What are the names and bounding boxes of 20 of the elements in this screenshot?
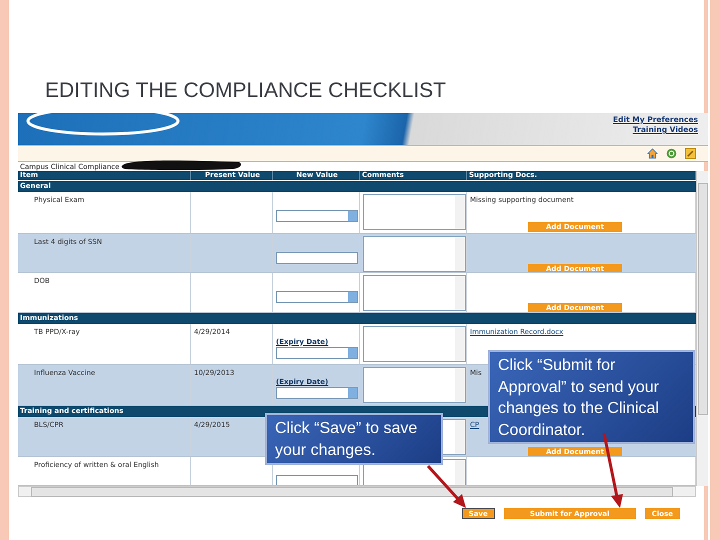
vertical-scrollbar[interactable] [696, 171, 708, 486]
dropdown-field[interactable] [276, 291, 358, 304]
comments-field[interactable] [363, 275, 466, 312]
comments-field[interactable] [363, 366, 466, 403]
comments-field[interactable] [363, 326, 466, 362]
home-icon[interactable] [647, 148, 658, 159]
text-field[interactable] [276, 474, 358, 486]
horizontal-scrollbar[interactable] [18, 486, 696, 497]
pointer-arrow [426, 465, 466, 508]
dropdown-field[interactable] [276, 210, 358, 222]
comments-field[interactable] [363, 194, 466, 230]
comments-field[interactable] [363, 236, 466, 272]
callout-tooltip: Click “Submit for Approval” to send your changes to the Clinical Coordinator. [488, 350, 695, 444]
help-icon[interactable] [666, 148, 677, 159]
callout-tooltip: Click “Save” to save your changes. [265, 413, 443, 465]
dropdown-field[interactable] [276, 387, 358, 400]
edit-icon[interactable] [685, 148, 696, 159]
slide-title: EDITING THE COMPLIANCE CHECKLIST [45, 79, 446, 103]
dropdown-field[interactable] [276, 346, 358, 358]
text-field[interactable] [276, 252, 358, 264]
